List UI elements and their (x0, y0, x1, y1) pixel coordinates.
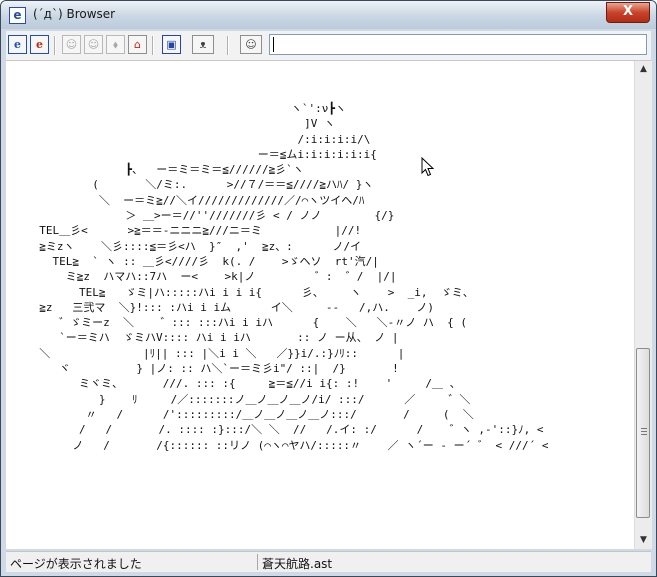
back-icon[interactable]: ☺ (62, 35, 81, 54)
stop-icon[interactable]: ⬧ (106, 35, 125, 54)
address-input[interactable] (269, 34, 647, 55)
app-ie-icon[interactable]: e (9, 7, 26, 24)
favorites-icon[interactable]: ▣ (162, 35, 181, 54)
scrollbar-thumb[interactable] (636, 348, 650, 518)
status-divider (257, 554, 258, 570)
ie-icon[interactable]: e (8, 35, 27, 54)
home-icon[interactable]: ⌂ (128, 35, 147, 54)
title-bar[interactable]: e (´д`) Browser X (1, 1, 656, 29)
status-message: ページが表示されました (10, 557, 142, 571)
status-filename: 蒼天航路.ast (262, 557, 333, 571)
grip-line (641, 431, 647, 432)
mouse-cursor-icon (421, 157, 435, 177)
toolbar-separator (54, 36, 56, 55)
toolbar-separator (227, 36, 229, 55)
search-face-icon[interactable]: ☺ (240, 35, 262, 54)
toolbar-separator (152, 36, 154, 55)
browser-window: e (´д`) Browser X e e ☺ ☺ ⬧ ⌂ ▣ ᴥ ☺ ヽ`':… (0, 0, 657, 577)
mona-face-icon[interactable]: ᴥ (192, 35, 214, 54)
toolbar: e e ☺ ☺ ⬧ ⌂ ▣ ᴥ ☺ (6, 31, 651, 61)
forward-icon[interactable]: ☺ (84, 35, 103, 54)
vertical-scrollbar[interactable]: ▲ ▼ (634, 61, 652, 549)
grip-line (641, 434, 647, 435)
grip-line (641, 428, 647, 429)
scroll-down-arrow-icon[interactable]: ▼ (635, 532, 652, 549)
ascii-art: ヽ`':ν┣ヽ ]V ヽ /:i:i:i:i/\ ー＝≦ムi:i:i:i:i:i… (39, 102, 549, 452)
ie-red-icon[interactable]: e (30, 35, 49, 54)
scroll-up-arrow-icon[interactable]: ▲ (635, 61, 652, 78)
status-bar: ページが表示されました 蒼天航路.ast (6, 551, 651, 572)
window-title: (´д`) Browser (33, 7, 116, 21)
close-button[interactable]: X (606, 2, 650, 23)
page-content[interactable]: ヽ`':ν┣ヽ ]V ヽ /:i:i:i:i/\ ー＝≦ムi:i:i:i:i:i… (6, 61, 634, 549)
text-caret (273, 37, 274, 52)
